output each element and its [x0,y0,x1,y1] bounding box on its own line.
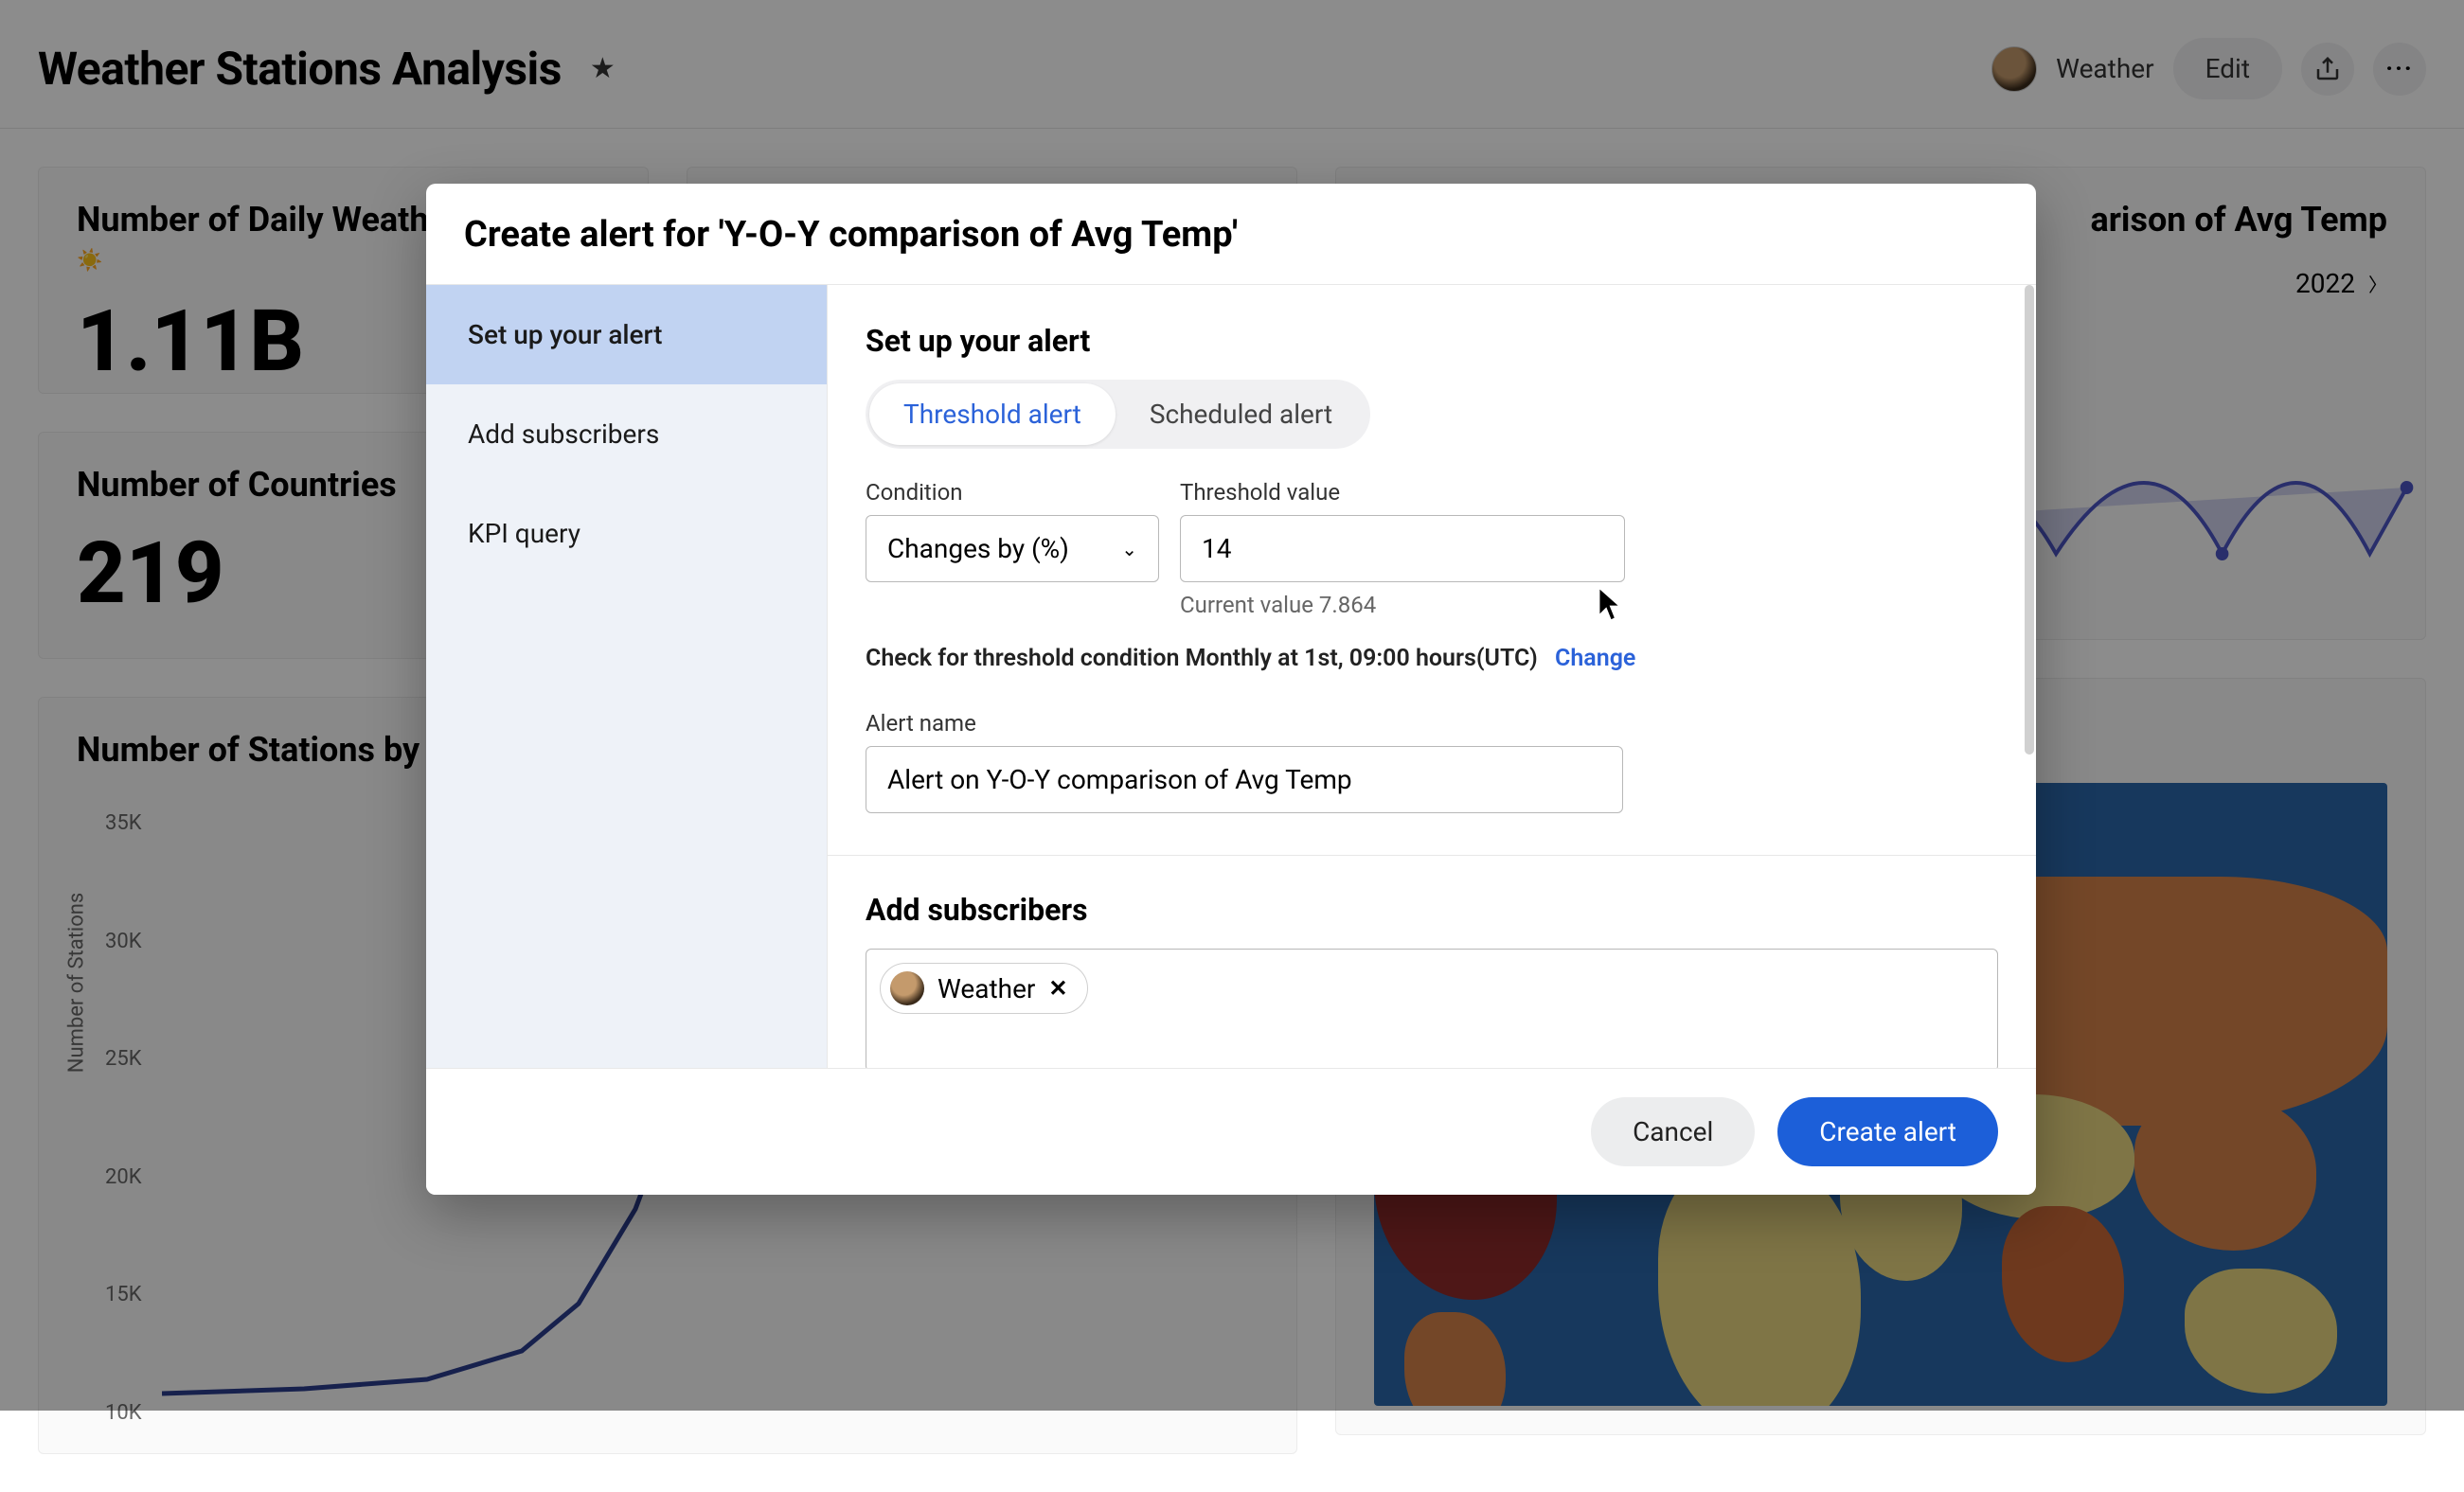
alert-name-label: Alert name [866,710,1998,737]
schedule-text-row: Check for threshold condition Monthly at… [866,645,1998,672]
nav-kpi-query[interactable]: KPI query [426,484,827,583]
divider [828,855,2036,856]
nav-setup-alert[interactable]: Set up your alert [426,285,827,384]
section-subscribers-title: Add subscribers [866,892,1998,928]
cancel-button[interactable]: Cancel [1591,1097,1755,1166]
tab-threshold-alert[interactable]: Threshold alert [869,383,1116,445]
modal-title: Create alert for 'Y-O-Y comparison of Av… [464,214,1998,256]
modal-sidebar: Set up your alert Add subscribers KPI qu… [426,285,828,1068]
modal-content: Set up your alert Threshold alert Schedu… [828,285,2036,1068]
avatar-icon [890,971,924,1005]
condition-label: Condition [866,479,1159,506]
create-alert-button[interactable]: Create alert [1777,1097,1998,1166]
chevron-down-icon: ⌄ [1121,538,1137,560]
section-setup-title: Set up your alert [866,323,1998,359]
threshold-label: Threshold value [1180,479,1625,506]
chip-label: Weather [937,973,1035,1004]
subscribers-input[interactable]: Weather ✕ [866,949,1998,1068]
threshold-input[interactable] [1180,515,1625,582]
create-alert-modal: Create alert for 'Y-O-Y comparison of Av… [426,184,2036,1195]
change-schedule-link[interactable]: Change [1555,645,1635,672]
alert-type-tabs: Threshold alert Scheduled alert [866,380,1370,449]
scrollbar[interactable] [2025,285,2034,755]
nav-add-subscribers[interactable]: Add subscribers [426,384,827,484]
schedule-text: Check for threshold condition Monthly at… [866,645,1538,672]
remove-chip-icon[interactable]: ✕ [1048,975,1067,1002]
condition-value: Changes by (%) [887,533,1069,564]
modal-body: Set up your alert Add subscribers KPI qu… [426,285,2036,1068]
subscriber-chip: Weather ✕ [880,963,1088,1014]
modal-header: Create alert for 'Y-O-Y comparison of Av… [426,184,2036,285]
threshold-helper: Current value 7.864 [1180,592,1625,618]
condition-select[interactable]: Changes by (%) ⌄ [866,515,1159,582]
modal-footer: Cancel Create alert [426,1068,2036,1195]
alert-name-input[interactable] [866,746,1623,813]
tab-scheduled-alert[interactable]: Scheduled alert [1116,383,1366,445]
